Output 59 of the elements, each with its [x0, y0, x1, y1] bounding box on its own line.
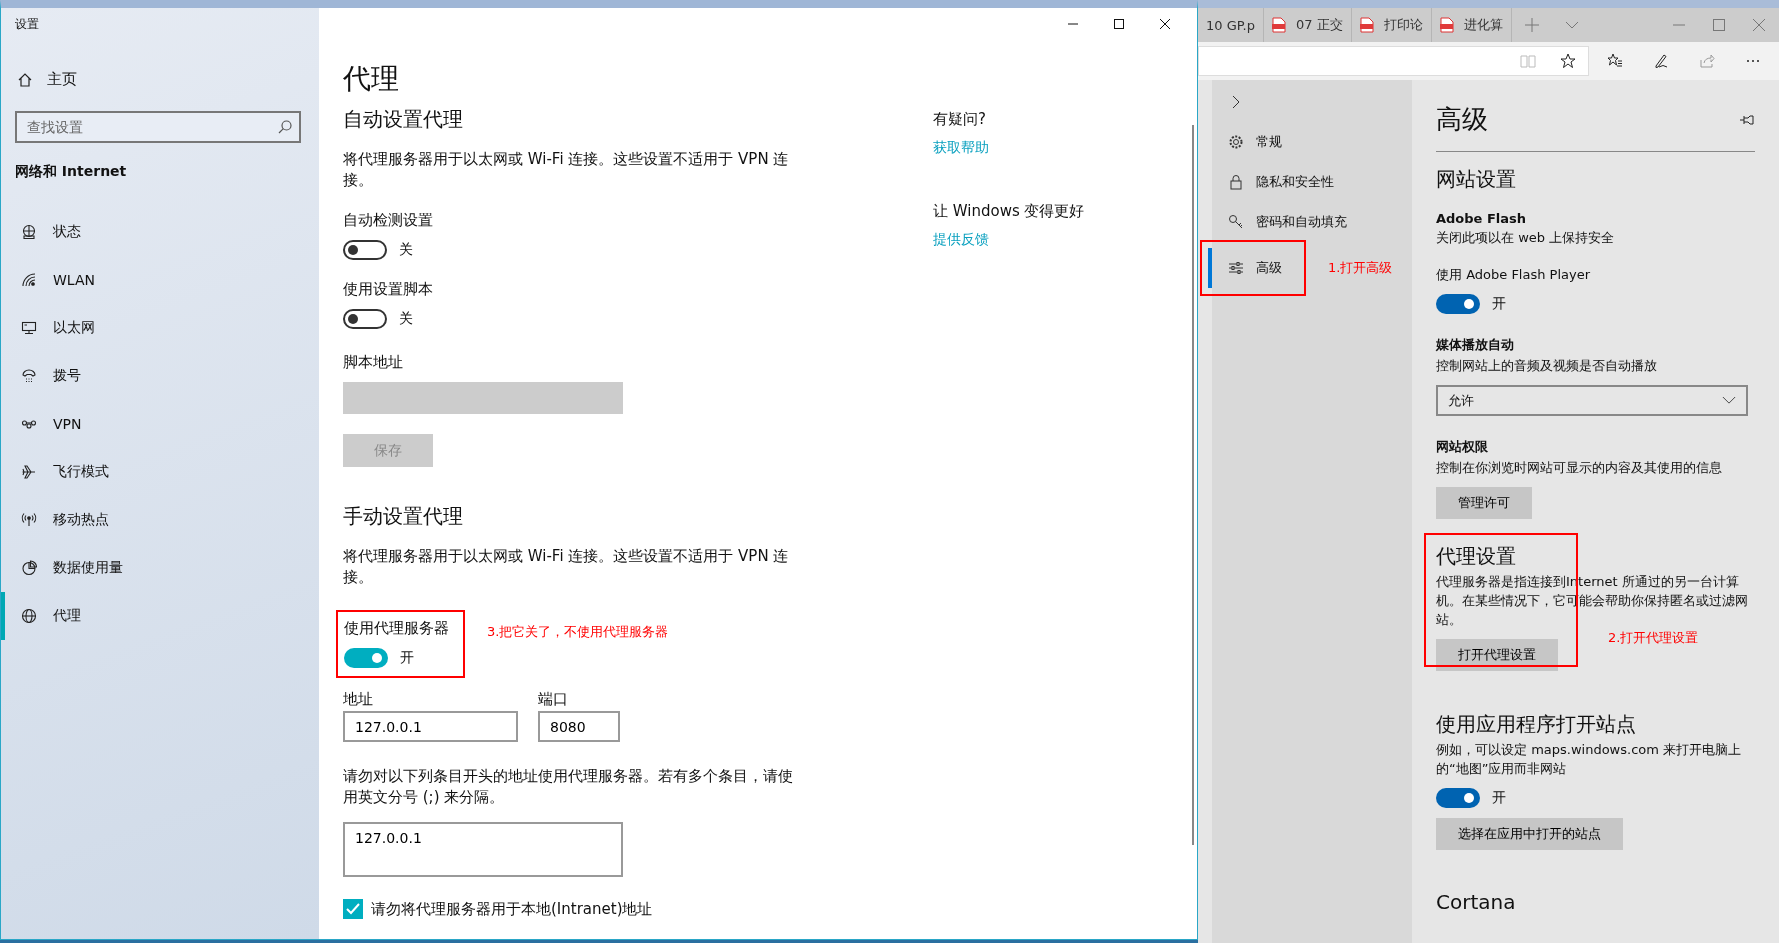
toggle-label: 使用代理服务器 — [344, 619, 449, 638]
section-heading: 使用应用程序打开站点 — [1436, 711, 1636, 738]
section-heading: 代理设置 — [1436, 543, 1517, 570]
search-field[interactable]: 查找设置 — [15, 111, 301, 143]
home-item[interactable]: 主页 — [15, 70, 319, 89]
description: 控制在你浏览时网站可显示的内容及其使用的信息 — [1436, 459, 1722, 477]
side-heading: 让 Windows 变得更好 — [933, 202, 1085, 221]
nav-item[interactable]: 常规 — [1208, 122, 1282, 162]
window-title: 设置 — [15, 16, 40, 33]
section-title: 网络和 Internet — [15, 163, 128, 181]
annotation-text: 2.打开代理设置 — [1608, 629, 1699, 647]
annotation-text: 1.打开高级 — [1328, 259, 1393, 277]
nav-item[interactable]: WLAN — [1, 256, 319, 304]
nav-item[interactable]: 移动热点 — [1, 496, 319, 544]
exceptions-field[interactable]: 127.0.0.1 — [343, 822, 623, 877]
setting-heading: Adobe Flash — [1436, 211, 1527, 226]
nav-item[interactable]: 拨号 — [1, 352, 319, 400]
autoplay-dropdown[interactable]: 允许 — [1436, 385, 1748, 416]
annotation-text: 3.把它关了，不使用代理服务器 — [487, 623, 669, 641]
toggle-state: 开 — [400, 649, 414, 667]
toggle-state: 关 — [399, 310, 413, 328]
description: 关闭此项以在 web 上保持安全 — [1436, 229, 1615, 247]
toggle-state: 关 — [399, 241, 413, 259]
side-heading: 有疑问? — [933, 110, 986, 129]
nav-item[interactable]: 状态 — [1, 208, 319, 256]
address-field[interactable]: 127.0.0.1 — [343, 711, 518, 742]
nav-item[interactable]: 高级 — [1208, 248, 1298, 288]
section-heading: 手动设置代理 — [343, 503, 463, 530]
toggle-state: 开 — [1492, 295, 1506, 313]
section-heading: 自动设置代理 — [343, 106, 463, 133]
setting-heading: 媒体播放自动 — [1436, 336, 1514, 354]
section-heading: 网站设置 — [1436, 166, 1516, 193]
description: 请勿对以下列条目开头的地址使用代理服务器。若有多个条目，请使用英文分号 (;) 来分隔。 — [343, 766, 794, 808]
page-title: 代理 — [343, 61, 399, 97]
description: 例如，可以设定 maps.windows.com 来打开电脑上的“地图”应用而非网站 — [1436, 741, 1743, 778]
description: 将代理服务器用于以太网或 Wi-Fi 连接。这些设置不适用于 VPN 连接。 — [343, 149, 790, 191]
port-field[interactable]: 8080 — [538, 711, 620, 742]
setting-heading: 网站权限 — [1436, 438, 1488, 456]
manage-permissions-button[interactable]: 管理许可 — [1436, 487, 1532, 519]
nav-item[interactable]: VPN — [1, 400, 319, 448]
nav-item[interactable]: 隐私和安全性 — [1208, 162, 1334, 202]
field-label: 端口 — [538, 690, 569, 709]
open-proxy-settings-button[interactable]: 打开代理设置 — [1436, 639, 1558, 671]
section-heading: Cortana — [1436, 890, 1516, 914]
pane-title: 高级 — [1436, 103, 1488, 136]
checkbox-label: 请勿将代理服务器用于本地(Intranet)地址 — [371, 899, 653, 919]
description: 控制网站上的音频及视频是否自动播放 — [1436, 357, 1657, 375]
nav-item[interactable]: 飞行模式 — [1, 448, 319, 496]
field-label: 脚本地址 — [343, 353, 403, 372]
toggle-state: 开 — [1492, 789, 1506, 807]
field-label: 地址 — [343, 690, 374, 709]
toggle-label: 使用设置脚本 — [343, 280, 433, 299]
nav-item[interactable]: 密码和自动填充 — [1208, 202, 1347, 242]
choose-sites-button[interactable]: 选择在应用中打开的站点 — [1436, 818, 1623, 850]
nav-item[interactable]: 数据使用量 — [1, 544, 319, 592]
nav-item[interactable]: 以太网 — [1, 304, 319, 352]
toggle-label: 使用 Adobe Flash Player — [1436, 266, 1591, 284]
toggle-label: 自动检测设置 — [343, 211, 433, 230]
description: 将代理服务器用于以太网或 Wi-Fi 连接。这些设置不适用于 VPN 连接。 — [343, 546, 790, 588]
